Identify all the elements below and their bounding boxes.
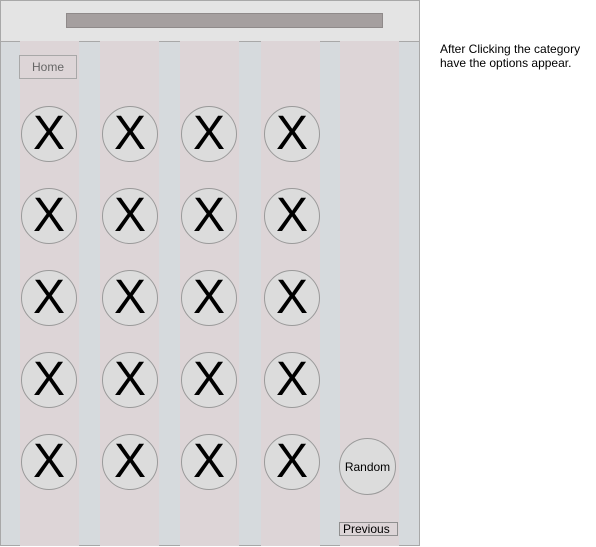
category-item-button[interactable]: X — [264, 106, 320, 162]
home-button[interactable]: Home — [19, 55, 77, 79]
category-item-button[interactable]: X — [181, 188, 237, 244]
category-item-button[interactable]: X — [102, 188, 158, 244]
category-item-button[interactable]: X — [102, 352, 158, 408]
header — [1, 1, 419, 42]
category-item-button[interactable]: X — [264, 270, 320, 326]
category-item-button[interactable]: X — [102, 270, 158, 326]
category-item-button[interactable]: X — [21, 188, 77, 244]
category-item-button[interactable]: X — [181, 434, 237, 490]
category-item-button[interactable]: X — [102, 106, 158, 162]
category-item-button[interactable]: X — [21, 106, 77, 162]
search-bar[interactable] — [66, 13, 383, 28]
category-item-button[interactable]: X — [181, 106, 237, 162]
annotation-note: After Clicking the category have the opt… — [440, 42, 581, 70]
category-item-button[interactable]: X — [21, 352, 77, 408]
category-item-button[interactable]: X — [102, 434, 158, 490]
category-item-button[interactable]: X — [264, 434, 320, 490]
previous-button[interactable]: Previous — [339, 522, 398, 536]
category-item-button[interactable]: X — [264, 188, 320, 244]
category-item-button[interactable]: X — [181, 270, 237, 326]
random-button[interactable]: Random — [339, 438, 396, 495]
category-item-button[interactable]: X — [181, 352, 237, 408]
category-item-button[interactable]: X — [21, 270, 77, 326]
category-item-button[interactable]: X — [264, 352, 320, 408]
category-item-button[interactable]: X — [21, 434, 77, 490]
